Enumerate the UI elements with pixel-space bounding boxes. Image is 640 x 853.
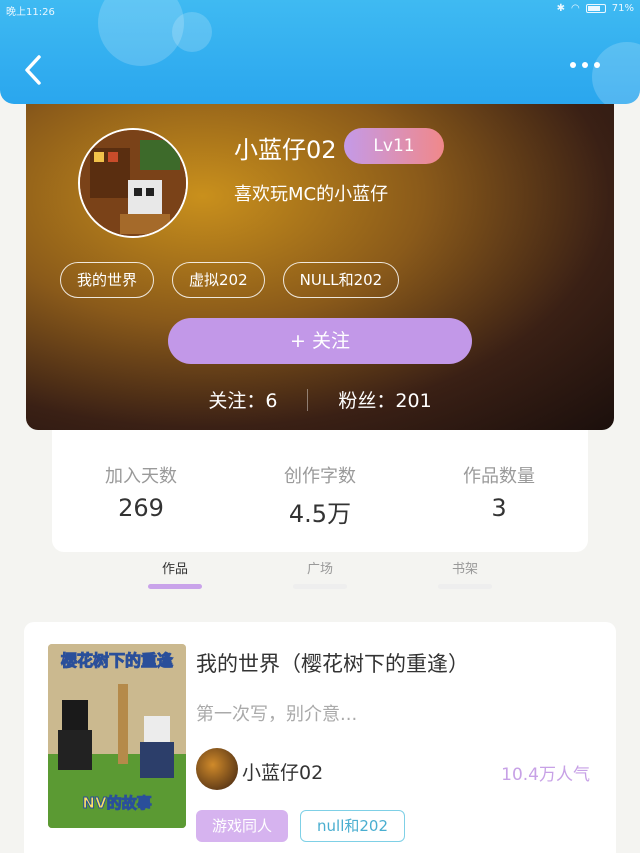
decor-bubble — [592, 42, 640, 104]
profile-username: 小蓝仔02 — [234, 136, 337, 164]
popularity-count: 10.4万人气 — [501, 765, 590, 785]
profile-card: 小蓝仔02 Lv11 喜欢玩MC的小蓝仔 我的世界 虚拟202 NULL和202… — [26, 96, 614, 430]
author-avatar[interactable] — [196, 748, 238, 790]
tab-indicator — [293, 584, 347, 589]
work-description: 第一次写，别介意... — [196, 704, 358, 725]
work-cover-image[interactable]: 樱花树下的重逢 NV的故事 — [48, 644, 186, 828]
cover-art: 樱花树下的重逢 NV的故事 — [48, 644, 186, 828]
content-tabs: 作品 广场 书架 — [0, 552, 640, 596]
follow-counts: 关注：6 粉丝：201 — [26, 386, 614, 413]
more-button[interactable] — [570, 62, 600, 68]
stat-value: 3 — [491, 494, 507, 522]
interest-tags: 我的世界 虚拟202 NULL和202 — [60, 262, 400, 298]
top-header: 晚上11:26 ✱ ◠ 71% — [0, 0, 640, 104]
tab-square[interactable]: 广场 — [285, 558, 355, 577]
work-title[interactable]: 我的世界（樱花树下的重逢） — [196, 648, 469, 678]
battery-icon — [585, 4, 606, 13]
author-name[interactable]: 小蓝仔02 — [242, 758, 323, 785]
divider — [307, 388, 309, 411]
follow-button[interactable]: + 关注 — [168, 318, 472, 364]
stat-join-days: 加入天数 269 — [56, 462, 226, 522]
work-tag[interactable]: 游戏同人 — [196, 810, 289, 842]
battery-percent: 71% — [611, 3, 634, 14]
stat-label: 作品数量 — [463, 466, 535, 487]
work-tag[interactable]: null和202 — [300, 810, 405, 842]
tab-indicator — [438, 584, 492, 589]
work-card[interactable]: 樱花树下的重逢 NV的故事 我的世界（樱花树下的重逢） 第一次写，别介意... … — [24, 622, 616, 853]
stat-value: 4.5万 — [288, 500, 352, 528]
tab-works[interactable]: 作品 — [140, 558, 210, 577]
fans-count[interactable]: 粉丝：201 — [338, 386, 431, 413]
avatar[interactable] — [78, 128, 188, 238]
level-badge: Lv11 — [344, 128, 444, 164]
tab-bookshelf[interactable]: 书架 — [430, 558, 500, 577]
tab-indicator — [148, 584, 202, 589]
work-tags: 游戏同人 null和202 — [196, 810, 405, 842]
status-icons: ✱ ◠ 71% — [557, 3, 634, 14]
stat-value: 269 — [118, 494, 164, 522]
decor-bubble — [172, 12, 212, 52]
following-count[interactable]: 关注：6 — [208, 386, 277, 413]
stat-works-count: 作品数量 3 — [414, 462, 584, 522]
profile-bio: 喜欢玩MC的小蓝仔 — [234, 184, 389, 205]
more-dots-icon — [570, 62, 576, 68]
interest-tag[interactable]: 虚拟202 — [172, 262, 265, 298]
chevron-left-icon — [25, 55, 41, 85]
bluetooth-icon: ✱ — [556, 3, 566, 14]
stat-label: 加入天数 — [105, 466, 177, 487]
interest-tag[interactable]: NULL和202 — [282, 262, 400, 298]
back-button[interactable] — [18, 52, 48, 88]
avatar-image — [80, 130, 186, 236]
wifi-icon: ◠ — [571, 3, 580, 14]
status-time: 晚上11:26 — [6, 7, 55, 18]
cover-title: 樱花树下的重逢 — [61, 651, 174, 670]
stat-label: 创作字数 — [284, 466, 356, 487]
interest-tag[interactable]: 我的世界 — [60, 262, 155, 298]
cover-subtitle: NV的故事 — [82, 794, 151, 812]
stat-word-count: 创作字数 4.5万 — [235, 462, 405, 529]
